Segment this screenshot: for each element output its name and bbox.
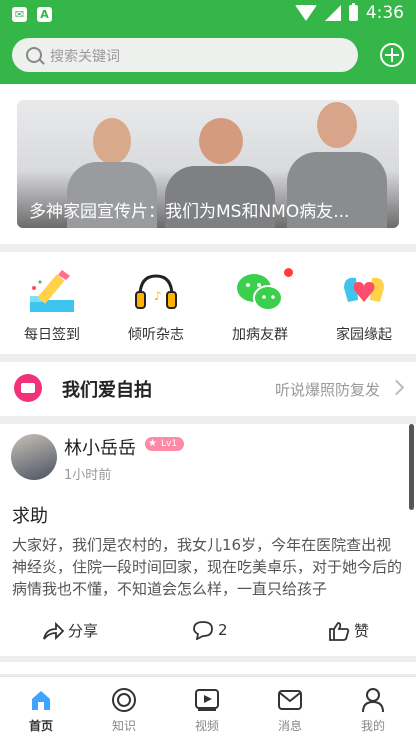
tab-profile[interactable]: 我的 [338, 687, 408, 734]
tab-label: 视频 [194, 719, 219, 733]
share-button[interactable]: 分享 [42, 620, 98, 641]
tab-label: 首页 [28, 719, 53, 733]
selfie-section[interactable]: 我们爱自拍 听说爆照防复发 [0, 362, 416, 416]
home-icon [6, 687, 76, 713]
section-subtitle: 听说爆照防复发 [274, 381, 380, 399]
share-icon [43, 621, 64, 640]
search-input[interactable]: 搜索关键词 [12, 38, 358, 72]
message-icon [255, 687, 325, 713]
quick-links: 每日签到 ♪ 倾听杂志 加病友群 家园缘起 [0, 252, 416, 354]
battery-icon [348, 3, 358, 21]
section-title: 我们爱自拍 [62, 380, 152, 401]
heart-hands-icon [338, 266, 390, 316]
tab-label: 我的 [360, 719, 385, 733]
signal-icon [324, 5, 341, 21]
tab-label: 消息 [277, 719, 302, 733]
status-bar: ✉ A 4:36 [0, 0, 416, 30]
tab-messages[interactable]: 消息 [255, 687, 325, 734]
chevron-right-icon [388, 379, 405, 396]
banner-section: 多神家园宣传片：我们为MS和NMO病友... [0, 84, 416, 244]
banner-carousel[interactable]: 多神家园宣传片：我们为MS和NMO病友... [17, 100, 399, 228]
quick-link-magazine[interactable]: ♪ 倾听杂志 [116, 266, 196, 344]
quick-link-label: 每日签到 [24, 327, 80, 343]
search-icon [26, 47, 42, 63]
svg-text:♪: ♪ [154, 289, 162, 303]
like-label: 赞 [354, 622, 370, 640]
wechat-icon [234, 266, 286, 316]
comment-count: 2 [218, 621, 228, 639]
next-post-peek [0, 662, 416, 674]
thumbs-up-icon [329, 621, 350, 641]
post-body: 大家好，我们是农村的，我女儿16岁，今年在医院查出视神经炎，住院一段时间回家，现… [12, 536, 403, 598]
post-author[interactable]: 林小岳岳 [64, 434, 136, 460]
banner-caption: 多神家园宣传片：我们为MS和NMO病友... [29, 202, 350, 222]
mail-icon: ✉ [12, 7, 27, 22]
scrollbar[interactable] [409, 424, 414, 510]
comment-icon [193, 621, 213, 640]
quick-link-group[interactable]: 加病友群 [220, 266, 300, 344]
tab-label: 知识 [111, 719, 136, 733]
status-time: 4:36 [365, 3, 404, 23]
tab-knowledge[interactable]: 知识 [89, 687, 159, 734]
bottom-tab-bar: 首页 知识 视频 消息 我的 [0, 676, 416, 739]
quick-link-label: 加病友群 [232, 327, 288, 343]
quick-link-checkin[interactable]: 每日签到 [12, 266, 92, 344]
plus-circle-icon[interactable] [380, 43, 404, 67]
tab-video[interactable]: 视频 [172, 687, 242, 734]
text-icon: A [37, 7, 52, 22]
post-actions: 分享 2 赞 [0, 614, 416, 650]
quick-link-label: 家园缘起 [336, 327, 392, 343]
tab-home[interactable]: 首页 [6, 687, 76, 734]
quick-link-origin[interactable]: 家园缘起 [324, 266, 404, 344]
post-time: 1小时前 [64, 468, 112, 483]
knowledge-icon [89, 687, 159, 713]
pencil-podium-icon [26, 266, 78, 316]
photo-icon [14, 374, 42, 402]
post-title: 求助 [12, 506, 48, 527]
wifi-icon [294, 5, 317, 21]
top-bar: ✉ A 4:36 搜索关键词 [0, 0, 416, 84]
avatar[interactable] [11, 434, 57, 480]
comment-button[interactable]: 2 [192, 620, 228, 640]
notification-dot [284, 268, 293, 277]
share-label: 分享 [68, 622, 99, 640]
video-icon [172, 687, 242, 713]
user-icon [338, 687, 408, 713]
post-card[interactable]: 林小岳岳 Lv1 1小时前 求助 大家好，我们是农村的，我女儿16岁，今年在医院… [0, 424, 416, 656]
quick-link-label: 倾听杂志 [128, 327, 184, 343]
like-button[interactable]: 赞 [328, 620, 369, 641]
search-placeholder: 搜索关键词 [50, 49, 120, 65]
headphones-icon: ♪ [130, 266, 182, 316]
level-badge: Lv1 [145, 437, 185, 451]
